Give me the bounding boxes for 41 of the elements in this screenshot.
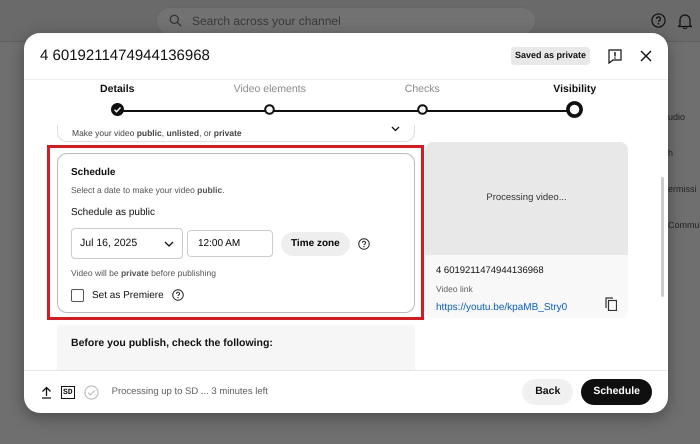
schedule-button[interactable]: Schedule [581, 379, 652, 405]
step-label[interactable]: Details [100, 82, 134, 96]
processing-status: Processing up to SD ... 3 minutes left [112, 384, 269, 399]
time-field[interactable]: 12:00 AM [187, 230, 273, 258]
step-label[interactable]: Visibility [553, 82, 596, 96]
menu-text: ermissi [668, 183, 698, 196]
menu-text: Commu [668, 219, 700, 232]
menu-text: h [668, 147, 674, 160]
back-button[interactable]: Back [522, 379, 574, 405]
processing-text: Processing video... [486, 191, 567, 206]
help-icon[interactable] [358, 238, 370, 250]
save-status-chip: Saved as private [510, 47, 590, 65]
menu-text: udio [668, 111, 686, 124]
dialog-title: 4 6019211474944136968 [40, 46, 211, 66]
search-placeholder: Search across your channel [192, 12, 341, 30]
visibility-hint: Make your video public, unlisted, or private [72, 127, 242, 140]
premiere-checkbox[interactable] [71, 288, 84, 302]
scrollbar[interactable] [661, 177, 664, 297]
publish-note: Video will be private before publishing [71, 267, 217, 280]
schedule-hint: Select a date to make your video public. [71, 184, 226, 198]
copy-icon[interactable] [605, 297, 617, 311]
feedback-icon[interactable] [608, 48, 622, 64]
visibility-card[interactable]: Make your video public, unlisted, or private [57, 125, 415, 142]
premiere-label: Set as Premiere [92, 288, 164, 303]
video-link[interactable]: https://youtu.be/kpaMB_Stry0 [436, 300, 568, 315]
upload-icon [41, 386, 52, 398]
close-icon[interactable] [640, 50, 652, 62]
bell-icon[interactable] [678, 12, 692, 28]
date-dropdown[interactable]: Jul 16, 2025 [71, 228, 183, 260]
caret-icon [164, 240, 174, 247]
time-zone-button[interactable]: Time zone [281, 232, 350, 256]
help-icon[interactable] [172, 289, 184, 302]
search-icon [169, 14, 182, 27]
link-label: Video link [436, 283, 474, 296]
schedule-title: Schedule [71, 166, 116, 180]
quality-badge: SD [61, 386, 75, 398]
checklist-title: Before you publish, check the following: [71, 337, 273, 350]
chevron-icon [391, 126, 400, 132]
schedule-subheading: Schedule as public [71, 206, 156, 220]
check-circle-icon [84, 384, 99, 400]
file-name: 4 6019211474944136968 [436, 264, 545, 278]
